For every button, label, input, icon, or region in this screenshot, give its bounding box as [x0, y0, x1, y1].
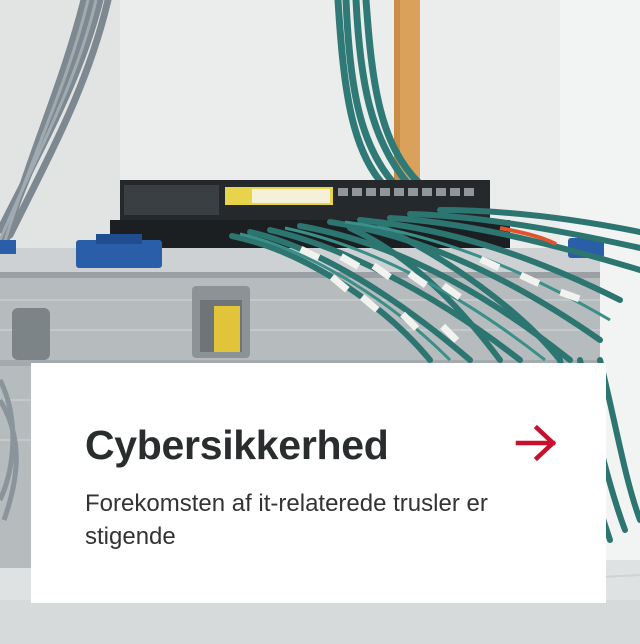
card-description: Forekomsten af it-relaterede trusler er … [85, 490, 488, 550]
card-title[interactable]: Cybersikkerhed [85, 421, 389, 469]
arrow-right-icon[interactable] [515, 423, 559, 463]
card-info-panel[interactable]: Cybersikkerhed Forekomsten af it-relater… [31, 363, 606, 603]
article-card[interactable]: Cybersikkerhed Forekomsten af it-relater… [0, 0, 640, 644]
